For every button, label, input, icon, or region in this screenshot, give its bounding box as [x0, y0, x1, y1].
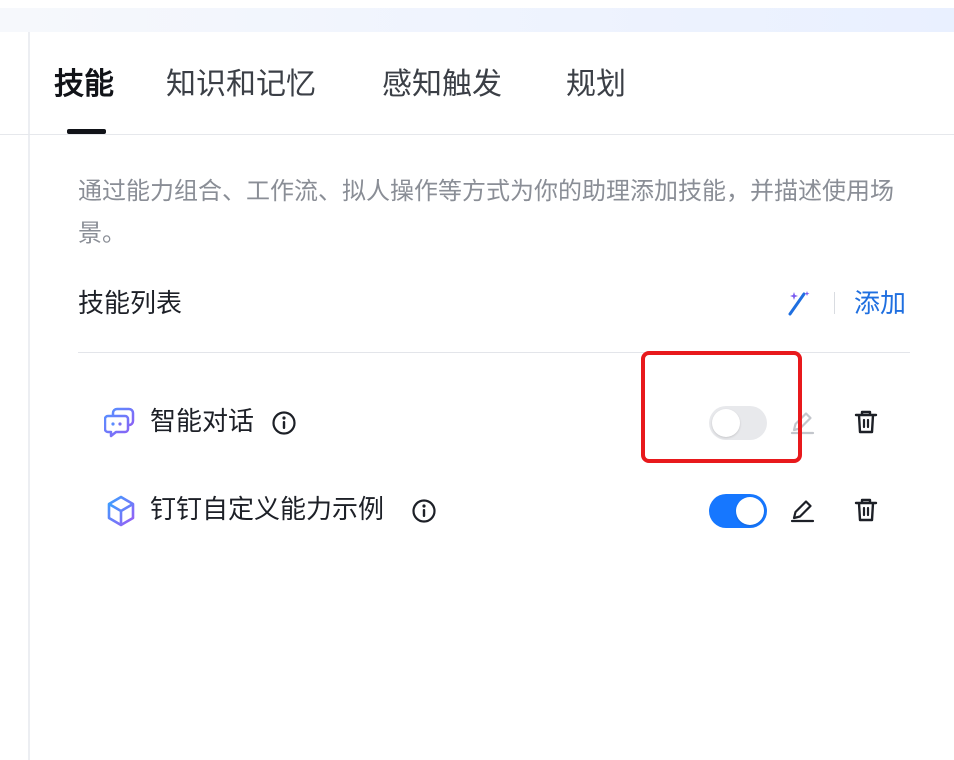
magic-wand-icon[interactable]	[782, 288, 812, 318]
add-skill-button[interactable]: 添加	[854, 285, 906, 323]
tab-knowledge-memory[interactable]: 知识和记忆	[166, 66, 316, 104]
tab-bar: 技能 知识和记忆 感知触发 规划	[0, 32, 954, 135]
info-icon[interactable]	[411, 498, 437, 524]
highlight-annotation-box	[641, 351, 802, 463]
skill-list-title: 技能列表	[78, 289, 183, 319]
toggle-knob	[736, 497, 764, 525]
chat-bubbles-icon	[104, 407, 135, 438]
info-icon[interactable]	[271, 410, 297, 436]
edit-icon[interactable]	[788, 496, 816, 524]
delete-icon[interactable]	[852, 496, 880, 524]
tab-perception-trigger[interactable]: 感知触发	[382, 66, 502, 104]
skill-label: 智能对话	[150, 407, 255, 437]
skill-row-smart-chat: 智能对话	[0, 392, 954, 452]
cube-icon	[107, 495, 135, 527]
delete-icon[interactable]	[852, 408, 880, 436]
header-separator	[834, 292, 835, 314]
tab-bar-divider	[0, 134, 954, 135]
top-gradient-strip	[0, 8, 954, 32]
skill-label: 钉钉自定义能力示例	[150, 495, 385, 525]
skill-enable-toggle[interactable]	[709, 494, 767, 528]
skill-row-dingtalk-custom: 钉钉自定义能力示例	[0, 480, 954, 540]
tab-planning[interactable]: 规划	[566, 66, 626, 104]
skills-description: 通过能力组合、工作流、拟人操作等方式为你的助理添加技能，并描述使用场景。	[78, 177, 894, 247]
skills-panel: 技能 知识和记忆 感知触发 规划 通过能力组合、工作流、拟人操作等方式为你的助理…	[0, 0, 954, 760]
tab-skills[interactable]: 技能	[54, 66, 114, 104]
